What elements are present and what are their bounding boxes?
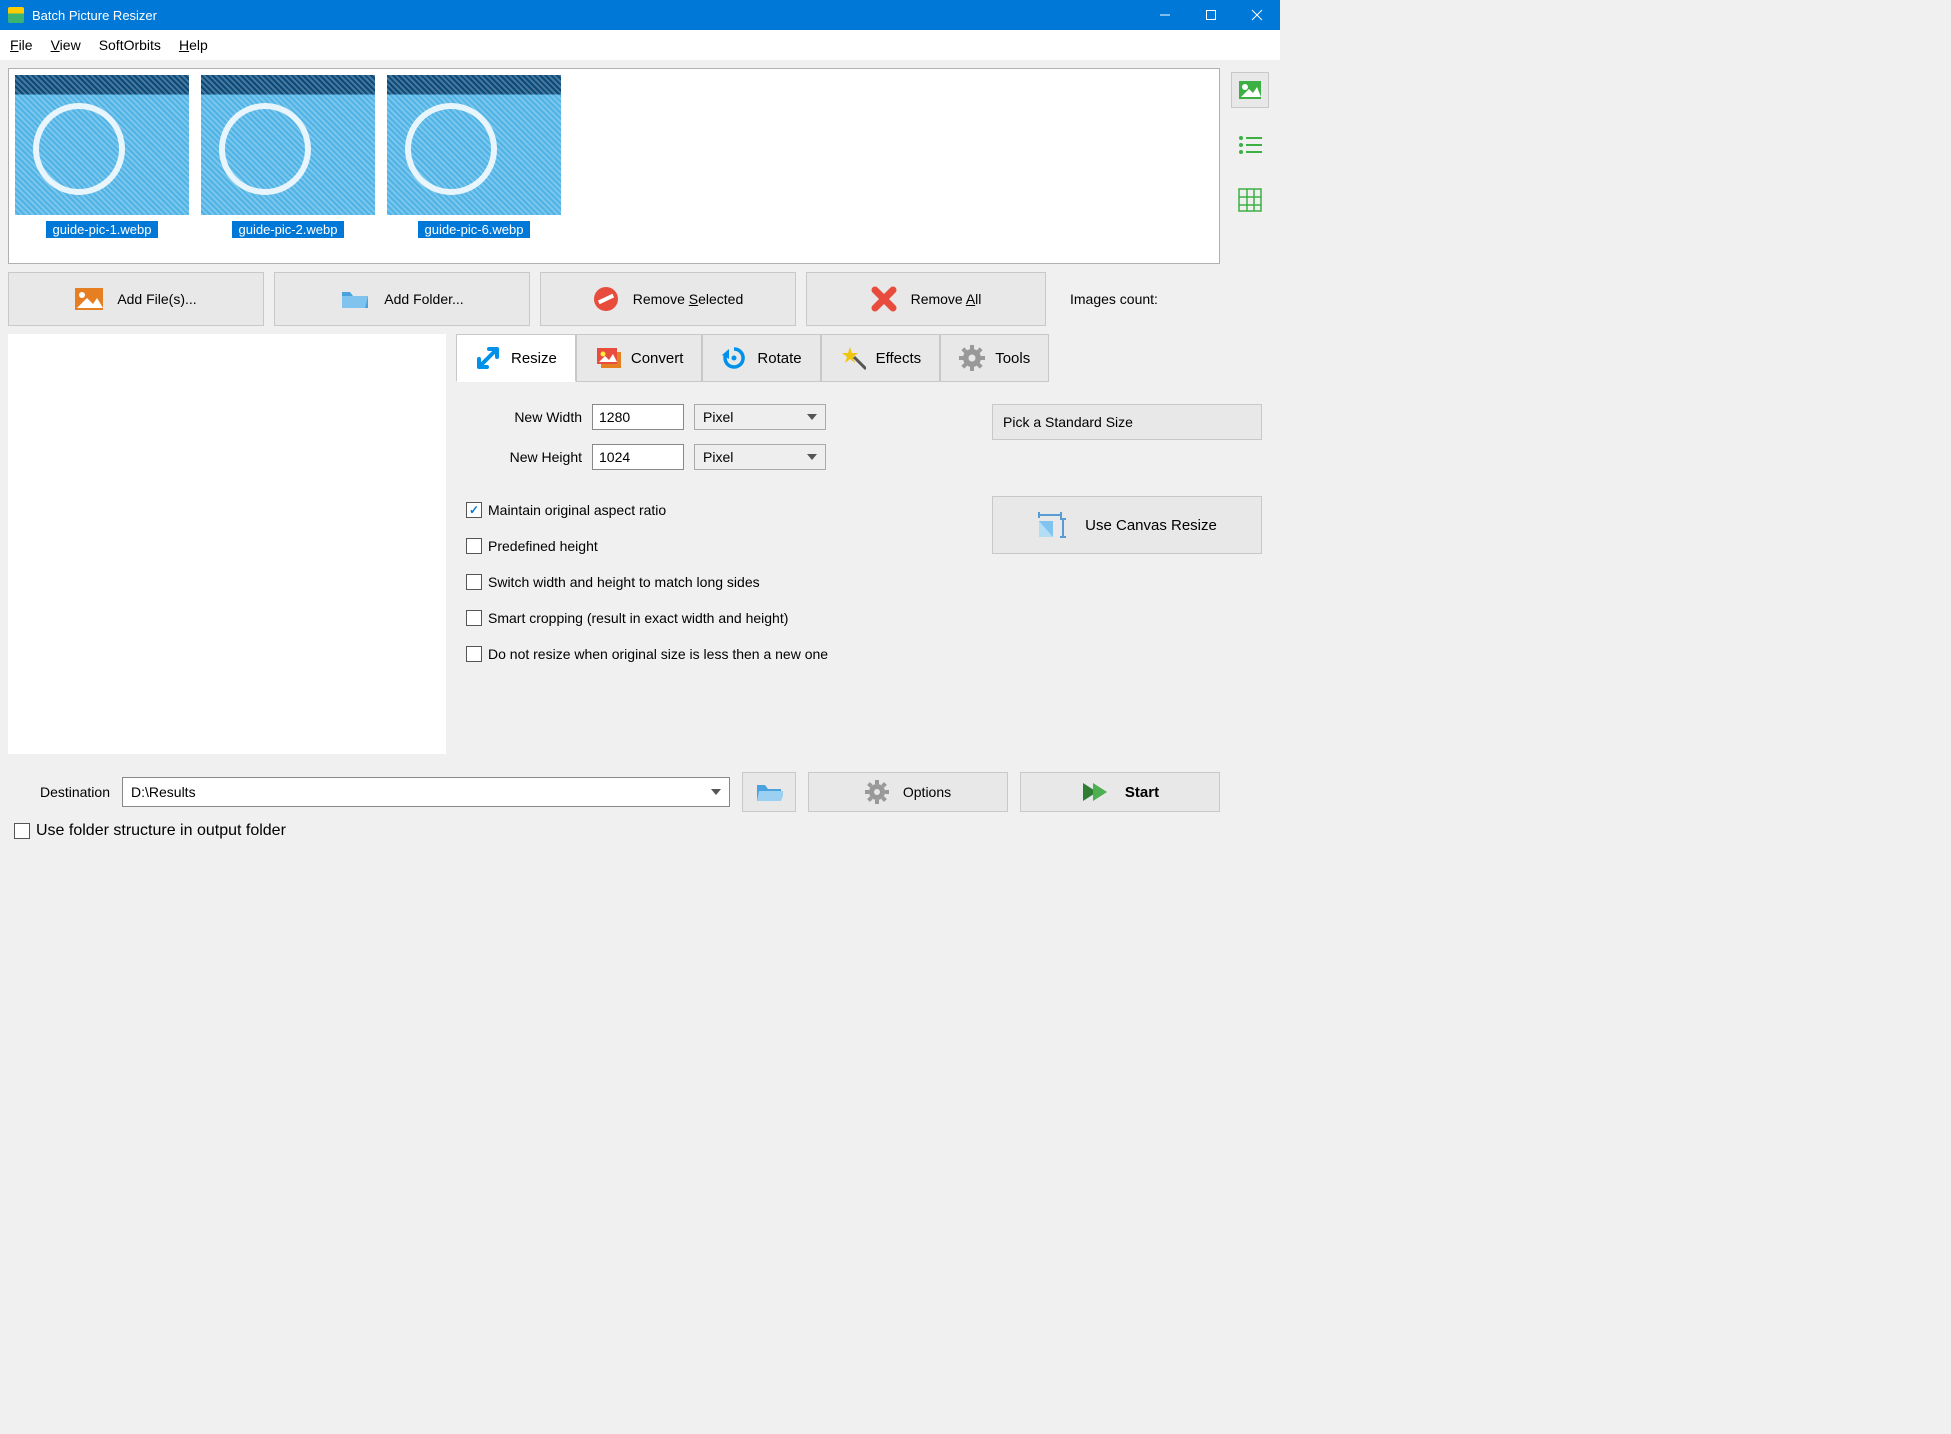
tab-effects[interactable]: Effects xyxy=(821,334,941,382)
delete-icon xyxy=(871,286,897,312)
rotate-icon xyxy=(721,345,747,371)
play-icon xyxy=(1081,781,1111,803)
tab-convert[interactable]: Convert xyxy=(576,334,703,382)
start-button[interactable]: Start xyxy=(1020,772,1220,812)
convert-icon xyxy=(595,345,621,371)
tab-rotate[interactable]: Rotate xyxy=(702,334,820,382)
chevron-down-icon xyxy=(807,414,817,420)
thumbnail-item[interactable]: guide-pic-1.webp xyxy=(15,75,189,238)
checkbox-icon xyxy=(466,502,482,518)
use-canvas-resize-button[interactable]: Use Canvas Resize xyxy=(992,496,1262,554)
new-width-label: New Width xyxy=(466,409,582,425)
add-folder-button[interactable]: Add Folder... xyxy=(274,272,530,326)
thumbnail-label: guide-pic-6.webp xyxy=(418,221,529,238)
tab-tools[interactable]: Tools xyxy=(940,334,1049,382)
thumbnail-item[interactable]: guide-pic-2.webp xyxy=(201,75,375,238)
use-folder-structure-checkbox[interactable]: Use folder structure in output folder xyxy=(14,822,1272,840)
new-height-label: New Height xyxy=(466,449,582,465)
options-button[interactable]: Options xyxy=(808,772,1008,812)
checkbox-icon xyxy=(14,823,30,839)
maximize-button[interactable] xyxy=(1188,0,1234,30)
new-height-input[interactable] xyxy=(592,444,684,470)
view-list-button[interactable] xyxy=(1237,134,1263,161)
add-files-label: Add File(s)... xyxy=(117,291,196,307)
thumbnail-panel[interactable]: guide-pic-1.webp guide-pic-2.webp guide-… xyxy=(8,68,1220,264)
remove-selected-button[interactable]: Remove Selected xyxy=(540,272,796,326)
image-icon xyxy=(75,288,103,310)
destination-label: Destination xyxy=(8,784,110,800)
canvas-icon xyxy=(1037,511,1067,539)
view-large-icons-button[interactable] xyxy=(1231,72,1269,108)
add-files-button[interactable]: Add File(s)... xyxy=(8,272,264,326)
chevron-down-icon xyxy=(807,454,817,460)
minimize-button[interactable] xyxy=(1142,0,1188,30)
height-unit-select[interactable]: Pixel xyxy=(694,444,826,470)
images-count-label: Images count: xyxy=(1070,291,1158,307)
switch-width-height-checkbox[interactable]: Switch width and height to match long si… xyxy=(466,574,828,590)
thumbnail-label: guide-pic-2.webp xyxy=(232,221,343,238)
gear-icon xyxy=(865,780,889,804)
view-mode-bar xyxy=(1228,68,1272,264)
titlebar: Batch Picture Resizer xyxy=(0,0,1280,30)
menubar: File View SoftOrbits Help xyxy=(0,30,1280,60)
destination-combo[interactable]: D:\Results xyxy=(122,777,730,807)
remove-all-button[interactable]: Remove All xyxy=(806,272,1046,326)
checkbox-icon xyxy=(466,610,482,626)
gear-icon xyxy=(959,345,985,371)
folder-icon xyxy=(340,288,370,310)
window-title: Batch Picture Resizer xyxy=(32,8,1142,23)
thumbnail-label: guide-pic-1.webp xyxy=(46,221,157,238)
remove-icon xyxy=(593,286,619,312)
add-folder-label: Add Folder... xyxy=(384,291,463,307)
resize-icon xyxy=(475,345,501,371)
folder-open-icon xyxy=(755,781,783,803)
resize-tab-body: New Width Pixel New Height Pixel Maintai… xyxy=(456,382,1272,672)
thumbnail-item[interactable]: guide-pic-6.webp xyxy=(387,75,561,238)
view-details-button[interactable] xyxy=(1237,187,1263,218)
menu-file[interactable]: File xyxy=(10,37,33,53)
close-button[interactable] xyxy=(1234,0,1280,30)
menu-view[interactable]: View xyxy=(51,37,81,53)
thumbnail-image xyxy=(387,75,561,215)
checkbox-icon xyxy=(466,538,482,554)
no-enlarge-checkbox[interactable]: Do not resize when original size is less… xyxy=(466,646,828,662)
browse-folder-button[interactable] xyxy=(742,772,796,812)
thumbnail-image xyxy=(15,75,189,215)
checkbox-icon xyxy=(466,646,482,662)
maintain-aspect-checkbox[interactable]: Maintain original aspect ratio xyxy=(466,502,828,518)
smart-cropping-checkbox[interactable]: Smart cropping (result in exact width an… xyxy=(466,610,828,626)
width-unit-select[interactable]: Pixel xyxy=(694,404,826,430)
menu-softorbits[interactable]: SoftOrbits xyxy=(99,37,161,53)
new-width-input[interactable] xyxy=(592,404,684,430)
destination-value: D:\Results xyxy=(131,784,196,800)
tabbar: Resize Convert Rotate Effects Tools xyxy=(456,334,1272,382)
effects-icon xyxy=(840,345,866,371)
pick-standard-size-dropdown[interactable]: Pick a Standard Size xyxy=(992,404,1262,440)
predefined-height-checkbox[interactable]: Predefined height xyxy=(466,538,828,554)
checkbox-icon xyxy=(466,574,482,590)
tab-resize[interactable]: Resize xyxy=(456,334,576,382)
thumbnail-image xyxy=(201,75,375,215)
preview-panel xyxy=(8,334,446,754)
app-icon xyxy=(8,7,24,23)
chevron-down-icon xyxy=(711,789,721,795)
file-toolbar: Add File(s)... Add Folder... Remove Sele… xyxy=(0,264,1280,334)
menu-help[interactable]: Help xyxy=(179,37,208,53)
